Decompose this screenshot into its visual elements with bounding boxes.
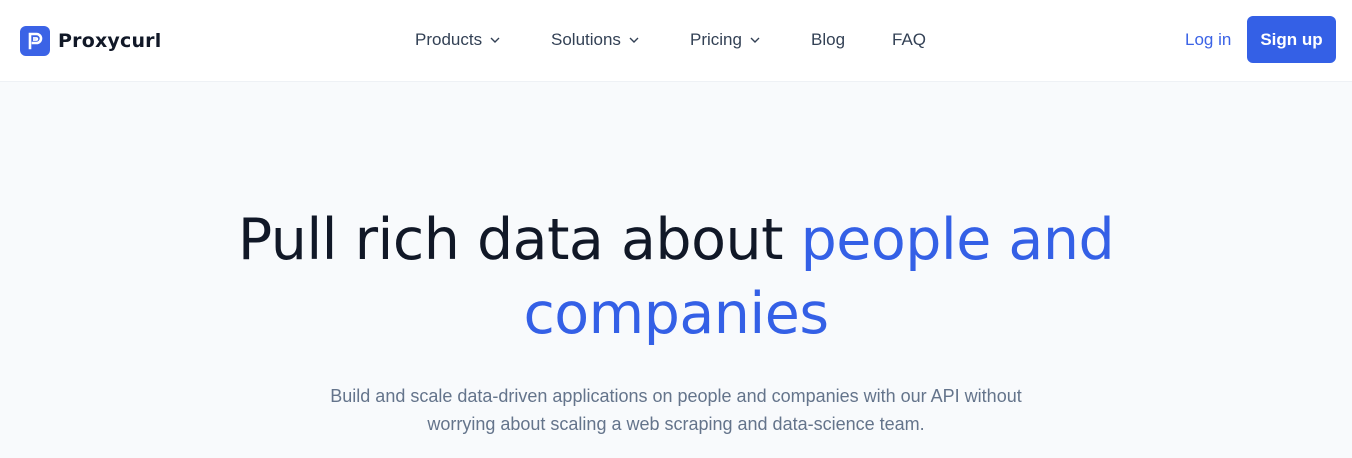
- hero-title-accent-line1: people and: [800, 207, 1115, 273]
- chevron-down-icon: [749, 34, 761, 46]
- nav-item-pricing[interactable]: Pricing: [690, 28, 761, 52]
- proxycurl-logo-icon: [20, 26, 50, 56]
- chevron-down-icon: [489, 34, 501, 46]
- nav-item-solutions[interactable]: Solutions: [551, 28, 640, 52]
- login-link[interactable]: Log in: [1185, 28, 1231, 52]
- hero-title-plain: Pull rich data about: [237, 207, 784, 273]
- site-header: Proxycurl Products Solutions Pricing Blo…: [0, 0, 1352, 82]
- nav-item-label: FAQ: [892, 30, 927, 49]
- nav-item-label: Pricing: [690, 30, 742, 49]
- brand-name: Proxycurl: [58, 30, 162, 52]
- nav-item-label: Blog: [811, 30, 846, 49]
- nav-item-faq[interactable]: FAQ: [892, 28, 926, 52]
- chevron-down-icon: [628, 34, 640, 46]
- nav-item-label: Solutions: [551, 30, 621, 49]
- nav-item-blog[interactable]: Blog: [811, 28, 845, 52]
- hero-title: Pull rich data about people and companie…: [0, 203, 1352, 351]
- hero-subtitle-line1: Build and scale data-driven applications…: [330, 386, 1022, 406]
- hero-subtitle-line2: worrying about scaling a web scraping an…: [427, 414, 925, 434]
- nav-item-products[interactable]: Products: [415, 28, 501, 52]
- nav-item-label: Products: [415, 30, 483, 49]
- hero-subtitle: Build and scale data-driven applications…: [0, 382, 1352, 438]
- signup-button[interactable]: Sign up: [1247, 16, 1336, 63]
- brand-link[interactable]: Proxycurl: [20, 26, 161, 56]
- hero-title-accent-line2: companies: [523, 281, 829, 347]
